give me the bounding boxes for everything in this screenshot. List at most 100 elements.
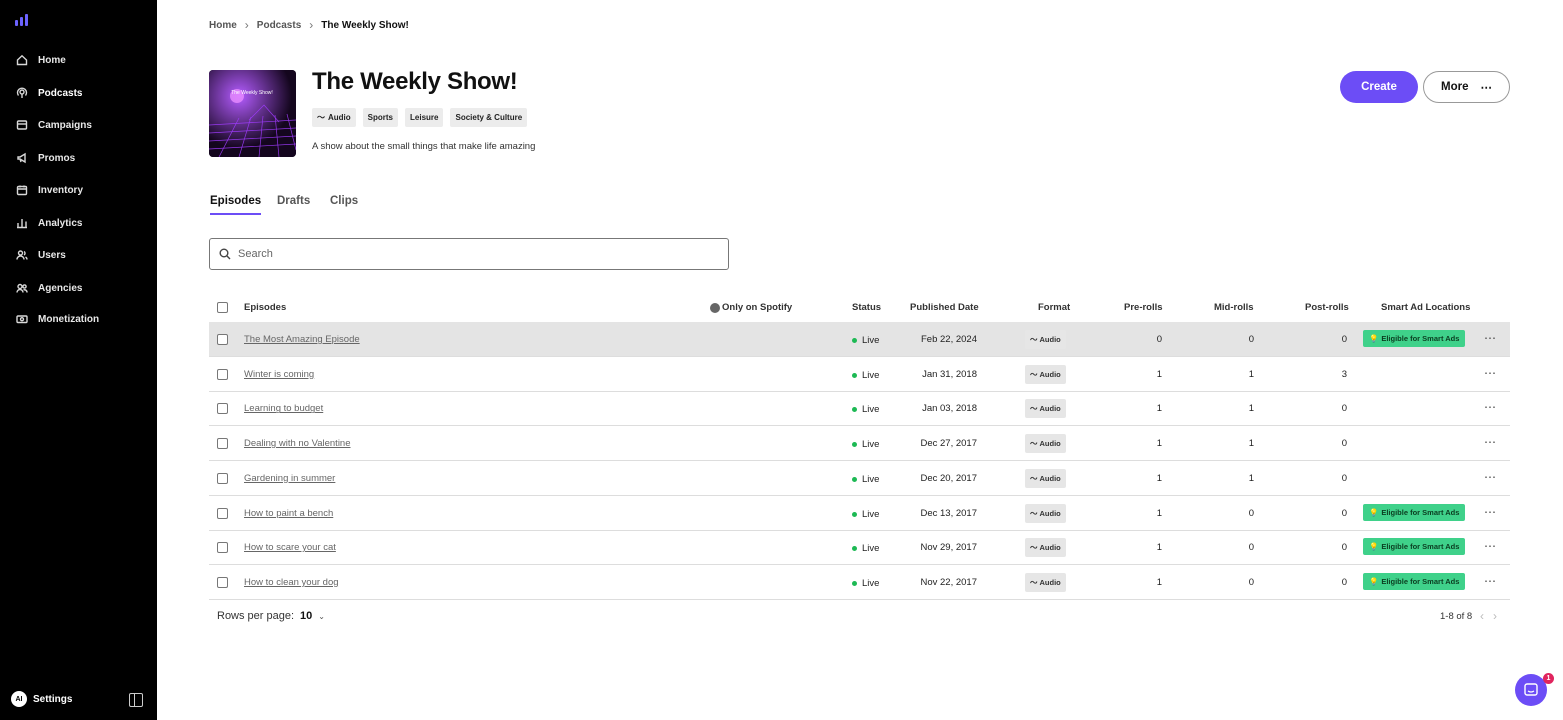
table-row[interactable]: How to scare your cat Live Nov 29, 2017 … <box>209 530 1510 566</box>
episode-title-link[interactable]: How to paint a bench <box>244 508 333 519</box>
post-rolls-value: 0 <box>1341 334 1347 345</box>
sidebar-item-home[interactable]: Home <box>0 46 157 74</box>
pre-rolls-value: 0 <box>1156 334 1162 345</box>
mid-rolls-value: 1 <box>1248 472 1254 484</box>
sidebar-item-label: Inventory <box>38 184 84 196</box>
breadcrumb-podcasts[interactable]: Podcasts <box>257 20 301 31</box>
episode-title-link[interactable]: Gardening in summer <box>244 473 335 484</box>
table-row[interactable]: Dealing with no Valentine Live Dec 27, 2… <box>209 426 1510 462</box>
row-checkbox[interactable] <box>217 368 228 380</box>
avatar: AI <box>11 691 27 707</box>
sidebar-item-users[interactable]: Users <box>0 241 157 269</box>
row-menu-icon[interactable]: ⋯ <box>1484 539 1497 553</box>
header-mid-rolls[interactable]: Mid-rolls <box>1214 302 1254 313</box>
table-row[interactable]: Winter is coming Live Jan 31, 2018 〜 Audi… <box>209 357 1510 392</box>
status-badge: Live <box>852 543 879 554</box>
header-format[interactable]: Format <box>1038 302 1070 313</box>
episode-title-link[interactable]: How to scare your cat <box>244 542 336 553</box>
header-spotify[interactable]: Only on Spotify <box>710 302 792 313</box>
chevron-down-icon[interactable]: ⌄ <box>318 612 325 621</box>
podcast-icon <box>15 86 29 100</box>
row-checkbox[interactable] <box>217 438 228 450</box>
create-button[interactable]: Create <box>1340 71 1418 103</box>
table-row[interactable]: The Most Amazing Episode Live Feb 22, 20… <box>209 322 1510 357</box>
status-badge: Live <box>852 509 879 520</box>
sidebar-item-monetization[interactable]: Monetization <box>0 305 157 333</box>
episode-title-link[interactable]: Dealing with no Valentine <box>244 438 351 449</box>
episode-title-link[interactable]: Learning to budget <box>244 403 323 414</box>
header-smart-ad-locations[interactable]: Smart Ad Locations <box>1381 302 1470 313</box>
chevron-right-icon: › <box>244 18 249 32</box>
row-menu-icon[interactable]: ⋯ <box>1484 470 1497 484</box>
sidebar-item-inventory[interactable]: Inventory <box>0 176 157 204</box>
sidebar-item-campaigns[interactable]: Campaigns <box>0 111 157 139</box>
table-row[interactable]: Learning to budget Live Jan 03, 2018 〜 Au… <box>209 391 1510 427</box>
next-page-icon[interactable]: › <box>1493 609 1497 623</box>
header-post-rolls[interactable]: Post-rolls <box>1305 302 1349 313</box>
header-published[interactable]: Published Date <box>910 302 979 313</box>
mid-rolls-value: 0 <box>1248 576 1254 588</box>
published-date: Dec 13, 2017 <box>920 507 977 519</box>
pre-rolls-value: 1 <box>1156 507 1162 519</box>
rss-icon: 〜 <box>1030 439 1038 449</box>
live-dot-icon <box>852 580 857 586</box>
page-title: The Weekly Show! <box>312 68 518 95</box>
row-menu-icon[interactable]: ⋯ <box>1484 574 1497 588</box>
tab-drafts[interactable]: Drafts <box>277 195 310 213</box>
breadcrumb-home[interactable]: Home <box>209 20 237 31</box>
chat-notification-badge: 1 <box>1543 673 1554 684</box>
mid-rolls-value: 1 <box>1248 403 1254 415</box>
episode-title-link[interactable]: The Most Amazing Episode <box>244 334 360 345</box>
post-rolls-value: 0 <box>1341 472 1347 484</box>
row-checkbox[interactable] <box>217 542 228 554</box>
sidebar-item-label: Podcasts <box>38 87 83 99</box>
sidebar-item-promos[interactable]: Promos <box>0 144 157 172</box>
select-all-checkbox[interactable] <box>217 302 228 313</box>
live-dot-icon <box>852 407 857 413</box>
table-row[interactable]: How to paint a bench Live Dec 13, 2017 〜… <box>209 496 1510 531</box>
row-menu-icon[interactable]: ⋯ <box>1484 331 1497 345</box>
row-menu-icon[interactable]: ⋯ <box>1484 505 1497 519</box>
prev-page-icon[interactable]: ‹ <box>1480 609 1484 623</box>
format-badge: 〜 Audio <box>1025 364 1066 384</box>
cover-text: The Weekly Show! <box>231 90 273 96</box>
pre-rolls-value: 1 <box>1156 542 1162 554</box>
episode-title-link[interactable]: How to clean your dog <box>244 577 339 588</box>
episode-title-link[interactable]: Winter is coming <box>244 369 314 380</box>
format-badge: 〜 Audio <box>1025 503 1066 523</box>
row-menu-icon[interactable]: ⋯ <box>1484 366 1497 380</box>
settings-link[interactable]: AI Settings <box>11 691 72 707</box>
more-button[interactable]: More ⋯ <box>1423 71 1510 103</box>
row-menu-icon[interactable]: ⋯ <box>1484 400 1497 414</box>
header-status[interactable]: Status <box>852 302 881 313</box>
tab-clips[interactable]: Clips <box>330 195 358 213</box>
sidebar-item-podcasts[interactable]: Podcasts <box>0 79 157 107</box>
row-checkbox[interactable] <box>217 576 228 588</box>
search-input[interactable] <box>238 248 698 260</box>
money-icon <box>15 312 29 326</box>
header-pre-rolls[interactable]: Pre-rolls <box>1124 302 1163 313</box>
mid-rolls-value: 1 <box>1248 368 1254 380</box>
logo-icon[interactable] <box>15 14 29 26</box>
table-row[interactable]: Gardening in summer Live Dec 20, 2017 〜 A… <box>209 461 1510 496</box>
header-episodes[interactable]: Episodes <box>244 302 286 313</box>
table-row[interactable]: How to clean your dog Live Nov 22, 2017 … <box>209 565 1510 600</box>
row-checkbox[interactable] <box>217 507 228 519</box>
rss-icon: 〜 <box>1030 543 1038 553</box>
sidebar-item-agencies[interactable]: Agencies <box>0 274 157 302</box>
row-checkbox[interactable] <box>217 403 228 415</box>
rows-per-page-select[interactable]: 10 <box>300 610 312 622</box>
spotify-icon <box>710 302 720 313</box>
collapse-sidebar-icon[interactable] <box>129 693 143 707</box>
row-checkbox[interactable] <box>217 334 228 345</box>
row-checkbox[interactable] <box>217 472 228 484</box>
sidebar-item-analytics[interactable]: Analytics <box>0 209 157 237</box>
lightbulb-icon: 💡 <box>1369 507 1379 517</box>
tab-episodes[interactable]: Episodes <box>210 195 262 215</box>
format-badge: 〜 Audio <box>1025 468 1066 488</box>
row-menu-icon[interactable]: ⋯ <box>1484 435 1497 449</box>
live-dot-icon <box>852 372 857 378</box>
sidebar-item-label: Users <box>38 249 66 261</box>
tag-leisure: Leisure <box>405 108 444 127</box>
post-rolls-value: 0 <box>1341 403 1347 415</box>
